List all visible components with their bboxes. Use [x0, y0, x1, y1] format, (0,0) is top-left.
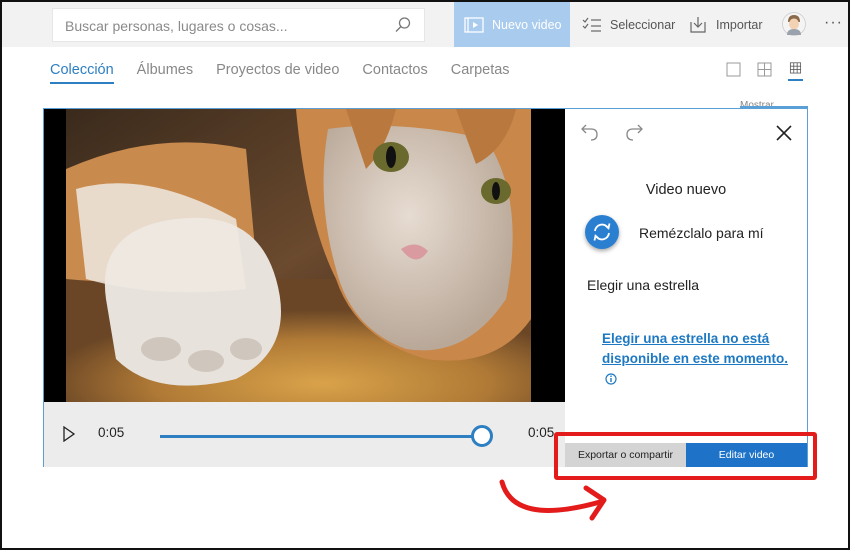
playback-controls: 0:05 0:05	[44, 402, 565, 467]
remix-label[interactable]: Remézclalo para mí	[639, 225, 764, 241]
more-options-button[interactable]: ···	[824, 14, 843, 32]
import-icon	[690, 16, 706, 33]
highlight-box	[554, 432, 817, 480]
remix-button[interactable]	[585, 215, 619, 249]
cat-video-frame	[66, 109, 531, 402]
tab-proyectos-video[interactable]: Proyectos de video	[216, 62, 339, 84]
star-unavailable-link[interactable]: Elegir una estrella no está disponible e…	[602, 329, 792, 389]
current-time: 0:05	[98, 425, 125, 440]
new-video-label: Nuevo video	[492, 17, 562, 32]
import-label: Importar	[716, 17, 763, 32]
avatar[interactable]	[782, 12, 806, 36]
redo-icon[interactable]	[625, 123, 643, 141]
side-panel: Video nuevo Remézclalo para mí Elegir un…	[565, 109, 807, 466]
star-unavailable-text[interactable]: Elegir una estrella no está disponible e…	[602, 331, 788, 366]
tab-contactos[interactable]: Contactos	[362, 62, 427, 84]
new-video-dialog: 0:05 0:05 Video nuevo Remézclalo para mí…	[43, 108, 808, 467]
video-preview[interactable]	[44, 109, 565, 402]
panel-title: Video nuevo	[645, 182, 727, 198]
top-bar: Buscar personas, lugares o cosas... Nuev…	[2, 2, 848, 47]
tab-albumes[interactable]: Álbumes	[137, 62, 193, 84]
tab-carpetas[interactable]: Carpetas	[451, 62, 510, 84]
select-label: Seleccionar	[610, 17, 676, 32]
video-icon	[464, 16, 484, 33]
refresh-icon	[593, 223, 611, 241]
search-box[interactable]: Buscar personas, lugares o cosas...	[52, 8, 425, 42]
play-icon[interactable]	[62, 426, 76, 442]
undo-icon[interactable]	[581, 123, 599, 141]
select-button[interactable]: Seleccionar	[580, 2, 675, 47]
end-time: 0:05	[528, 425, 555, 440]
import-button[interactable]: Importar	[688, 2, 763, 47]
close-icon[interactable]	[776, 125, 792, 141]
tab-coleccion[interactable]: Colección	[50, 62, 114, 84]
search-input[interactable]: Buscar personas, lugares o cosas...	[65, 18, 288, 34]
medium-view-icon[interactable]	[757, 62, 772, 77]
progress-thumb[interactable]	[471, 425, 493, 447]
search-icon[interactable]	[394, 16, 412, 34]
small-view-icon[interactable]	[788, 62, 803, 81]
progress-track[interactable]	[160, 435, 482, 438]
large-view-icon[interactable]	[726, 62, 741, 77]
new-video-button[interactable]: Nuevo video	[454, 2, 570, 47]
choose-star-label: Elegir una estrella	[587, 277, 700, 293]
view-size-options	[726, 62, 803, 81]
info-icon[interactable]	[605, 373, 617, 385]
red-arrow-annotation	[499, 479, 607, 521]
nav-tabs: Colección Álbumes Proyectos de video Con…	[50, 62, 533, 84]
checklist-icon	[582, 17, 601, 32]
